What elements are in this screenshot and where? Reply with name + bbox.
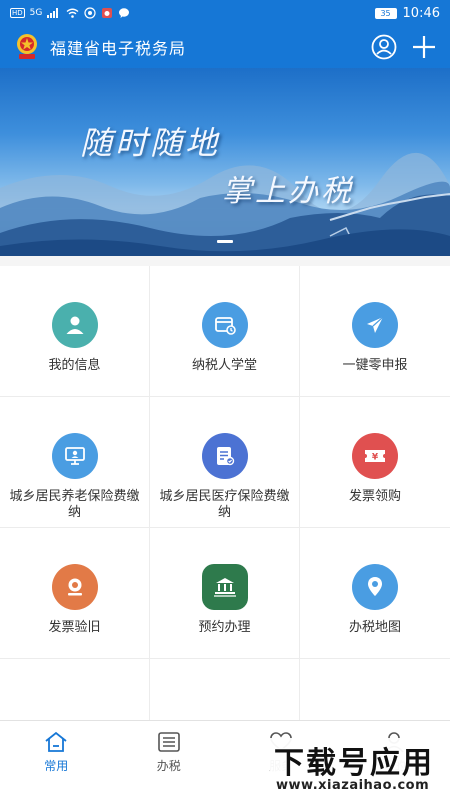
- hd-badge: HD: [10, 8, 25, 18]
- signal-icon: [47, 8, 59, 18]
- watermark-overlay: 下载号应用 www.xiazaihao.com: [270, 738, 448, 796]
- app-title: 福建省电子税务局: [50, 39, 187, 58]
- wifi-icon: [66, 8, 79, 18]
- grid-item-label: 城乡居民医疗保险费缴纳: [159, 489, 290, 520]
- battery-icon: 35: [374, 7, 397, 19]
- svg-text:¥: ¥: [372, 453, 379, 463]
- user-center-button[interactable]: [370, 33, 398, 61]
- grid-item-medical-insurance[interactable]: 城乡居民医疗保险费缴纳: [150, 397, 300, 528]
- grid-item-label: 一键零申报: [342, 358, 408, 373]
- add-button[interactable]: [410, 33, 438, 61]
- banner-carousel[interactable]: 随时随地 掌上办税: [0, 68, 450, 256]
- building-icon: [201, 564, 248, 610]
- app-screen: HD 5G 35 10:46 福建省电子税务局 随时随地 掌上办税 我的信息 纳…: [0, 0, 450, 800]
- grid-item-empty: [150, 659, 300, 721]
- grid-item-label: 纳税人学堂: [191, 358, 257, 373]
- banner-slogan-2: 掌上办税: [222, 174, 354, 209]
- app-header: 福建省电子税务局: [0, 26, 450, 68]
- header-actions: [370, 33, 438, 61]
- grid-item-label: 预约办理: [198, 620, 251, 635]
- grid-item-appointment[interactable]: 预约办理: [150, 528, 300, 659]
- home-icon: [45, 731, 67, 752]
- shield-app-icon: [84, 7, 96, 19]
- nav-tab-tax[interactable]: 办税: [113, 721, 226, 800]
- status-right: 35 10:46: [374, 5, 440, 21]
- weibo-icon: [102, 8, 113, 18]
- status-left: HD 5G: [10, 7, 130, 19]
- status-time: 10:46: [402, 5, 440, 21]
- grid-item-label: 办税地图: [348, 620, 401, 635]
- nav-label: 常用: [44, 759, 69, 773]
- list-icon: [157, 732, 180, 752]
- status-bar: HD 5G 35 10:46: [0, 0, 450, 26]
- grid-item-empty: [0, 659, 150, 721]
- grid-row: 我的信息 纳税人学堂 一键零申报: [0, 266, 450, 397]
- ticket-icon: ¥: [352, 433, 398, 479]
- user-icon: [371, 34, 397, 60]
- grid-row-empty: [0, 659, 450, 721]
- grid-row: 城乡居民养老保险费缴纳 城乡居民医疗保险费缴纳 ¥ 发票领购: [0, 397, 450, 528]
- map-pin-icon: [352, 564, 398, 610]
- send-icon: [352, 302, 398, 348]
- network-badge: 5G: [29, 8, 43, 18]
- grid-item-invoice-purchase[interactable]: ¥ 发票领购: [300, 397, 450, 528]
- nav-tab-common[interactable]: 常用: [0, 721, 113, 800]
- watermark-url: www.xiazaihao.com: [276, 778, 430, 793]
- watermark-text: 下载号应用: [274, 746, 434, 781]
- mountain-illustration: [0, 152, 450, 256]
- carousel-indicator: [217, 240, 233, 243]
- grid-item-pension-insurance[interactable]: 城乡居民养老保险费缴纳: [0, 397, 150, 528]
- function-grid: 我的信息 纳税人学堂 一键零申报 城乡居民养老保险费缴纳 城乡居民医疗保险费缴纳…: [0, 266, 450, 721]
- grid-item-label: 我的信息: [48, 358, 101, 373]
- calendar-icon: [201, 302, 248, 348]
- grid-row: 发票验旧 预约办理 办税地图: [0, 528, 450, 659]
- grid-item-label: 发票验旧: [48, 620, 101, 635]
- monitor-icon: [51, 433, 98, 479]
- grid-item-empty: [300, 659, 450, 721]
- grid-item-my-info[interactable]: 我的信息: [0, 266, 150, 397]
- message-icon: [119, 8, 130, 18]
- grid-item-taxpayer-school[interactable]: 纳税人学堂: [150, 266, 300, 397]
- plus-icon: [413, 36, 435, 58]
- document-icon: [201, 433, 248, 479]
- grid-item-tax-map[interactable]: 办税地图: [300, 528, 450, 659]
- grid-item-label: 城乡居民养老保险费缴纳: [9, 489, 140, 520]
- grid-item-invoice-verify[interactable]: 发票验旧: [0, 528, 150, 659]
- nav-label: 办税: [156, 759, 181, 773]
- stamp-icon: [51, 564, 98, 610]
- grid-item-zero-declaration[interactable]: 一键零申报: [300, 266, 450, 397]
- grid-item-label: 发票领购: [348, 489, 401, 504]
- banner-slogan-1: 随时随地: [80, 124, 221, 162]
- emblem-icon: [12, 32, 42, 62]
- user-icon: [51, 302, 98, 348]
